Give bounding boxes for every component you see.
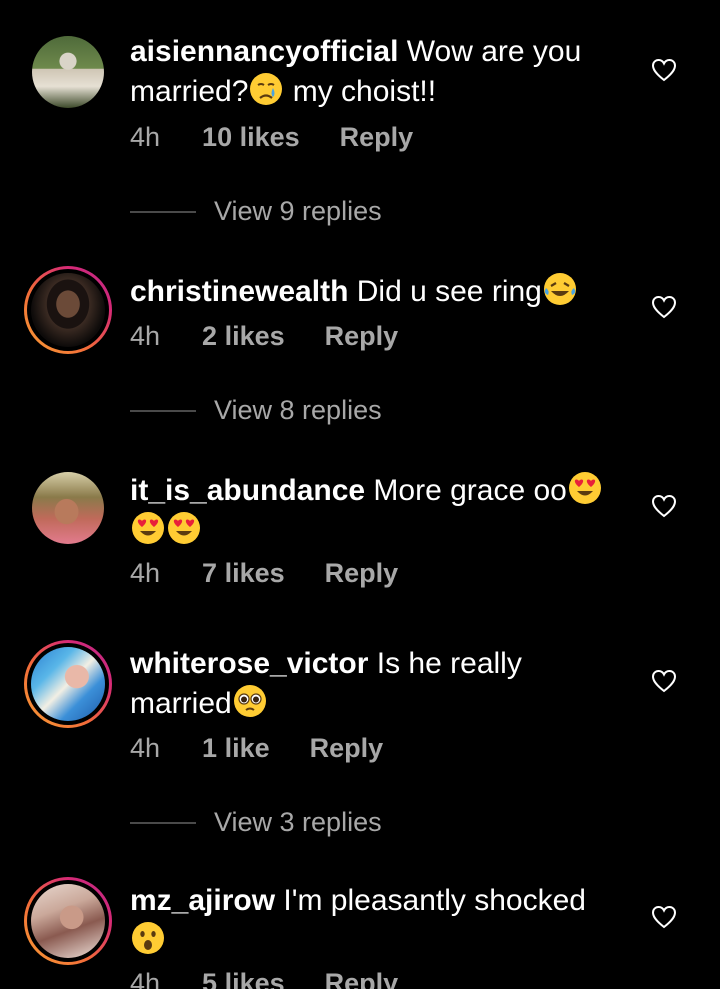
likes-count[interactable]: 5 likes xyxy=(202,968,285,989)
comment-body: I'm pleasantly shocked xyxy=(283,884,586,917)
comment-time: 4h xyxy=(130,558,161,588)
heart-icon[interactable] xyxy=(651,294,677,320)
comment-username[interactable]: it_is_abundance xyxy=(130,474,365,507)
heart-eyes-icon xyxy=(132,512,164,544)
comment-time: 4h xyxy=(130,122,161,152)
view-replies-label: View 3 replies xyxy=(214,807,382,837)
reply-button[interactable]: Reply xyxy=(310,733,384,764)
surprised-face-icon xyxy=(132,922,164,954)
comment-meta: 4h 2 likes Reply xyxy=(130,321,398,352)
crying-face-icon xyxy=(250,73,283,105)
comment-text: it_is_abundance More grace oo xyxy=(130,470,630,550)
pleading-face-icon xyxy=(233,685,266,717)
tears-of-joy-icon xyxy=(543,273,576,305)
comment-body: More grace oo xyxy=(373,474,567,507)
heart-icon[interactable] xyxy=(651,668,677,694)
comment-text: christinewealth Did u see ring xyxy=(130,271,630,311)
heart-icon[interactable] xyxy=(651,57,677,83)
avatar[interactable] xyxy=(24,877,112,965)
comment-meta: 4h 5 likes Reply xyxy=(130,968,398,989)
replies-divider xyxy=(130,821,196,824)
comment-text: mz_ajirow I'm pleasantly shocked xyxy=(130,882,630,960)
comment-text: whiterose_victor Is he really married xyxy=(130,645,630,723)
likes-count[interactable]: 7 likes xyxy=(202,558,285,589)
comment-username[interactable]: aisiennancyofficial xyxy=(130,35,398,68)
likes-count[interactable]: 10 likes xyxy=(202,122,300,153)
heart-icon[interactable] xyxy=(651,904,677,930)
replies-divider xyxy=(130,409,196,412)
likes-count[interactable]: 2 likes xyxy=(202,321,285,352)
comment-meta: 4h 1 like Reply xyxy=(130,733,383,764)
view-replies-button[interactable]: View 8 replies xyxy=(130,395,382,426)
comment-meta: 4h 10 likes Reply xyxy=(130,122,413,153)
comment-username[interactable]: christinewealth xyxy=(130,275,348,308)
view-replies-button[interactable]: View 3 replies xyxy=(130,807,382,838)
replies-divider xyxy=(130,210,196,213)
heart-eyes-icon xyxy=(568,472,601,504)
comment-text: aisiennancyofficial Wow are you married?… xyxy=(130,33,630,111)
view-replies-label: View 8 replies xyxy=(214,395,382,425)
heart-eyes-icon xyxy=(168,512,200,544)
reply-button[interactable]: Reply xyxy=(325,321,399,352)
avatar[interactable] xyxy=(24,266,112,354)
reply-button[interactable]: Reply xyxy=(325,968,399,989)
comment-time: 4h xyxy=(130,733,161,763)
comment-username[interactable]: whiterose_victor xyxy=(130,647,368,680)
view-replies-button[interactable]: View 9 replies xyxy=(130,196,382,227)
comment-username[interactable]: mz_ajirow xyxy=(130,884,275,917)
avatar[interactable] xyxy=(24,464,112,552)
reply-button[interactable]: Reply xyxy=(325,558,399,589)
comment-body: Did u see ring xyxy=(356,275,542,308)
comment-meta: 4h 7 likes Reply xyxy=(130,558,398,589)
heart-icon[interactable] xyxy=(651,493,677,519)
comment-time: 4h xyxy=(130,968,161,989)
avatar[interactable] xyxy=(24,28,112,116)
reply-button[interactable]: Reply xyxy=(340,122,414,153)
view-replies-label: View 9 replies xyxy=(214,196,382,226)
likes-count[interactable]: 1 like xyxy=(202,733,270,764)
avatar[interactable] xyxy=(24,640,112,728)
comment-body-tail: my choist!! xyxy=(284,75,437,108)
comment-time: 4h xyxy=(130,321,161,351)
